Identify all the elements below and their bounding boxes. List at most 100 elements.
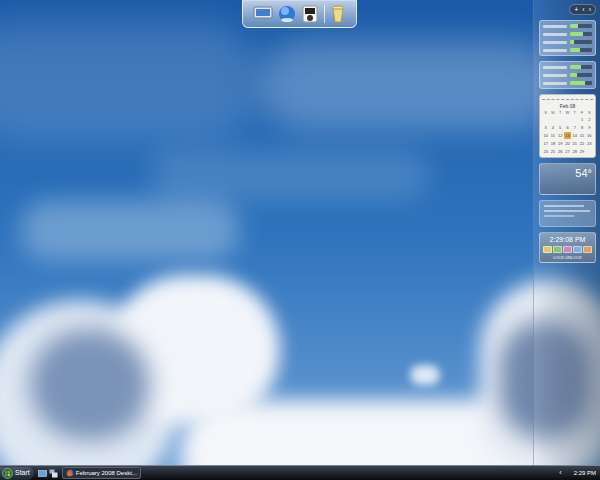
calendar-day-number: 6 [566,125,568,130]
meter-label-line [543,33,567,36]
calendar-day[interactable]: 3 [542,124,549,131]
calendar-day[interactable]: 28 [571,148,578,155]
calendar-day[interactable]: 6 [564,124,571,131]
calendar-day[interactable]: 23 [586,140,593,147]
meter-label-line [543,82,567,85]
calendar-day[interactable]: 1 [578,116,585,123]
calendar-day[interactable]: 17 [542,140,549,147]
calendar-day-number: 13 [565,133,569,138]
calendar-day-number: 8 [581,125,583,130]
calendar-day-number: 5 [559,125,561,130]
weather-gadget[interactable]: 54° [539,163,596,195]
calendar-day-number: 27 [565,149,569,154]
calendar-day[interactable]: 7 [571,124,578,131]
sidebar-control-button[interactable]: ‹ [582,6,584,14]
calendar-day[interactable] [586,148,593,155]
calendar-gadget[interactable]: Feb 08SMTWTFS123456789101112131415161718… [539,94,596,158]
calendar-day-number: 19 [558,141,562,146]
calendar-day[interactable]: 18 [549,140,556,147]
meter-fill [570,40,574,44]
calendar-day[interactable]: 4 [549,124,556,131]
clock-gadget[interactable]: 2:29:08 PMLOCK UNLOCK [539,232,596,263]
sidebar-control-button[interactable]: › [589,6,591,14]
calendar-month: Feb 08 [542,103,593,109]
calendar-day-number: 1 [581,117,583,122]
calendar-day[interactable]: 29 [578,148,585,155]
notes-gadget[interactable] [539,200,596,227]
calendar-day[interactable]: 25 [549,148,556,155]
calendar-day-number: 21 [573,141,577,146]
calendar-day[interactable]: 5 [557,124,564,131]
calendar-day[interactable]: 12 [557,132,564,139]
firefox-icon [66,469,74,477]
calendar-day-number: 26 [558,149,562,154]
meter-track [570,48,592,52]
meter-row [543,65,592,69]
dock-separator [324,5,325,23]
meter-track [570,24,592,28]
cpu-meter-gadget[interactable] [539,20,596,56]
color-swatches [543,246,592,253]
calendar-day-number: 9 [588,125,590,130]
calendar-day[interactable]: 21 [571,140,578,147]
calendar-day[interactable]: 27 [564,148,571,155]
color-swatch[interactable] [573,246,582,253]
color-swatch[interactable] [543,246,552,253]
calendar-day-number: 2 [588,117,590,122]
taskbar-clock[interactable]: 2:29 PM [574,470,596,477]
calendar-day-number: 12 [558,133,562,138]
calendar-day[interactable]: 22 [578,140,585,147]
calendar-day-number: 10 [543,133,547,138]
calendar-day[interactable]: 20 [564,140,571,147]
calendar-day[interactable]: 2 [586,116,593,123]
calendar-day[interactable]: 15 [578,132,585,139]
tray-expand-button[interactable]: ‹ [559,469,561,477]
globe-icon[interactable] [278,5,296,23]
color-swatch[interactable] [563,246,572,253]
calendar-day[interactable]: 11 [549,132,556,139]
calendar-day-number: 14 [573,133,577,138]
calendar-day[interactable] [542,116,549,123]
calendar-day-number: 15 [580,133,584,138]
network-meter-gadget[interactable] [539,61,596,89]
calendar-day[interactable]: 24 [542,148,549,155]
calendar-day-number: 17 [543,141,547,146]
calendar-day[interactable] [564,116,571,123]
calendar-day[interactable]: 16 [586,132,593,139]
media-player-icon[interactable] [301,5,319,23]
color-swatch[interactable] [583,246,592,253]
calendar-day[interactable] [571,116,578,123]
desktop[interactable]: +‹›Feb 08SMTWTFS123456789101112131415161… [0,0,600,465]
calendar-day[interactable]: 8 [578,124,585,131]
calendar-binding [542,99,593,102]
meter-fill [570,73,577,77]
calendar-day[interactable] [557,116,564,123]
clock-caption: LOCK UNLOCK [553,255,582,260]
taskbar-task-button[interactable]: February 2008 Deskt... [62,467,141,479]
monitor-icon[interactable] [253,5,273,23]
start-button[interactable]: Start [0,467,34,480]
calendar-day-number: 22 [580,141,584,146]
calendar-day[interactable]: 13 [564,132,571,139]
recycle-bin-icon[interactable] [330,5,346,23]
color-swatch[interactable] [553,246,562,253]
meter-label-line [543,66,567,69]
meter-track [570,81,592,85]
calendar-day[interactable] [549,116,556,123]
sidebar: +‹›Feb 08SMTWTFS123456789101112131415161… [533,0,600,465]
meter-fill [570,24,578,28]
calendar-weekday: S [542,110,549,115]
meter-fill [570,32,583,36]
meter-track [570,40,592,44]
meter-row [543,73,592,77]
calendar-day[interactable]: 26 [557,148,564,155]
calendar-day[interactable]: 9 [586,124,593,131]
sidebar-control-button[interactable]: + [574,6,578,14]
switch-windows-icon[interactable] [49,469,58,478]
show-desktop-icon[interactable] [38,469,47,478]
calendar-day[interactable]: 19 [557,140,564,147]
calendar-day[interactable]: 14 [571,132,578,139]
calendar-day[interactable]: 10 [542,132,549,139]
meter-row [543,24,592,28]
calendar-day-number: 16 [587,133,591,138]
